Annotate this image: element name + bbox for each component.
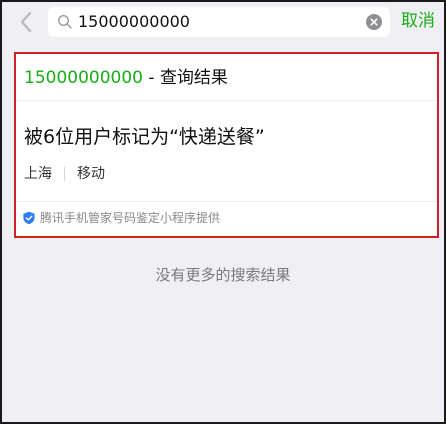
tag-headline: 被6位用户标记为“快递送餐” xyxy=(24,126,265,148)
cancel-button[interactable]: 取消 xyxy=(401,9,435,33)
chevron-left-icon xyxy=(20,11,32,33)
search-input[interactable]: 15000000000 xyxy=(78,7,190,37)
result-title: 15000000000 - 查询结果 xyxy=(24,66,228,90)
number-meta: 上海 移动 xyxy=(24,164,105,184)
meta-divider xyxy=(64,167,65,181)
no-more-results: 没有更多的搜索结果 xyxy=(155,266,291,284)
search-bar: 15000000000 取消 xyxy=(0,0,446,44)
divider xyxy=(16,201,437,202)
provider-line[interactable]: 腾讯手机管家号码鉴定小程序提供 xyxy=(22,209,220,227)
divider xyxy=(16,100,437,101)
provider-text: 腾讯手机管家号码鉴定小程序提供 xyxy=(40,211,221,225)
shield-icon xyxy=(23,211,35,225)
back-button[interactable] xyxy=(14,8,38,36)
title-suffix: 查询结果 xyxy=(159,68,228,88)
result-number: 15000000000 xyxy=(24,68,143,88)
carrier-label: 移动 xyxy=(77,166,105,182)
search-icon xyxy=(57,14,72,29)
region-label: 上海 xyxy=(24,166,52,182)
search-field[interactable]: 15000000000 xyxy=(48,7,390,37)
title-separator: - xyxy=(142,68,160,88)
result-card[interactable]: 15000000000 - 查询结果 被6位用户标记为“快递送餐” 上海 移动 … xyxy=(14,52,439,238)
clear-icon[interactable] xyxy=(366,14,382,30)
